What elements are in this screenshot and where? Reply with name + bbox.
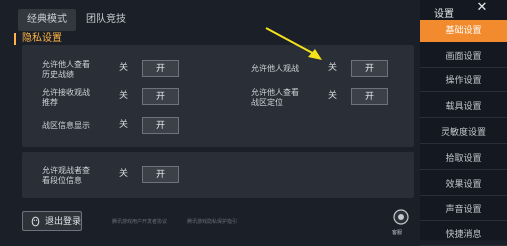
- guide-arrow-icon: [265, 27, 322, 60]
